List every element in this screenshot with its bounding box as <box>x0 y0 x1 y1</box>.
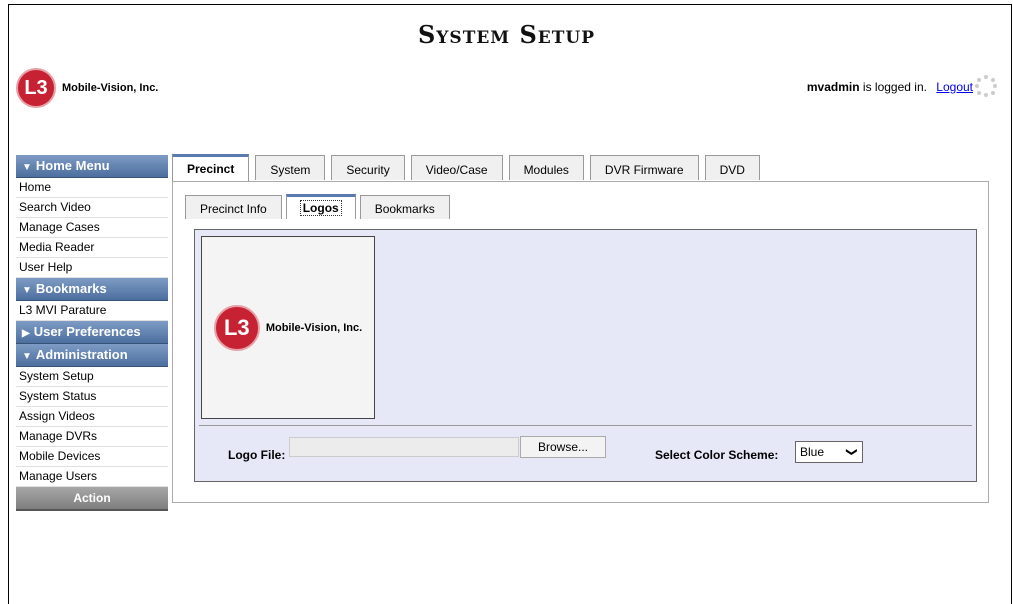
tab-dvd[interactable]: DVD <box>704 155 760 180</box>
tab-video-case[interactable]: Video/Case <box>410 155 503 180</box>
sidebar-item-manage-dvrs[interactable]: Manage DVRs <box>16 427 168 447</box>
collapse-arrow-icon: ▼ <box>22 351 32 362</box>
administration-header[interactable]: ▼ Administration <box>16 344 168 367</box>
logo-file-input[interactable] <box>289 437 519 457</box>
home-menu-header[interactable]: ▼ Home Menu <box>16 155 168 178</box>
subtab-logos-label: Logos <box>299 200 342 216</box>
expand-arrow-icon: ▶ <box>22 328 30 339</box>
sidebar-item-manage-cases[interactable]: Manage Cases <box>16 218 168 238</box>
l3-logo-icon: L3 <box>213 304 260 351</box>
sidebar-item-mobile-devices[interactable]: Mobile Devices <box>16 447 168 467</box>
color-scheme-value: Blue <box>800 445 825 459</box>
browse-button[interactable]: Browse... <box>520 436 606 458</box>
subtab-precinct-info[interactable]: Precinct Info <box>185 195 282 219</box>
company-name: Mobile-Vision, Inc. <box>62 82 159 94</box>
divider <box>199 425 972 426</box>
sub-tabs: Precinct Info Logos Bookmarks <box>185 194 454 219</box>
tab-modules[interactable]: Modules <box>508 155 584 180</box>
sidebar-item-home[interactable]: Home <box>16 178 168 198</box>
loading-spinner-icon <box>975 75 997 97</box>
sidebar-item-search-video[interactable]: Search Video <box>16 198 168 218</box>
page-title: System Setup <box>417 20 596 49</box>
tab-precinct[interactable]: Precinct <box>172 154 250 181</box>
action-header[interactable]: Action <box>16 487 168 511</box>
logos-section: L3 Mobile-Vision, Inc. Logo File: Browse… <box>194 229 977 482</box>
sidebar-item-l3-mvi-parature[interactable]: L3 MVI Parature <box>16 301 168 321</box>
sidebar-item-assign-videos[interactable]: Assign Videos <box>16 407 168 427</box>
login-status: mvadmin is logged in. Logout <box>807 80 973 94</box>
chevron-down-icon: ❯ <box>845 447 858 457</box>
preview-logo: L3 Mobile-Vision, Inc. <box>213 304 363 351</box>
collapse-arrow-icon: ▼ <box>22 162 32 173</box>
logo-file-label: Logo File: <box>228 448 286 462</box>
tab-security[interactable]: Security <box>331 155 405 180</box>
color-scheme-label: Select Color Scheme: <box>655 448 779 462</box>
main-tabs: Precinct System Security Video/Case Modu… <box>172 154 766 181</box>
tab-system[interactable]: System <box>255 155 326 180</box>
user-preferences-header[interactable]: ▶ User Preferences <box>16 321 168 344</box>
subtab-logos[interactable]: Logos <box>285 194 356 219</box>
l3-logo-icon: L3 <box>16 68 56 108</box>
preview-company-name: Mobile-Vision, Inc. <box>265 321 363 334</box>
logout-link[interactable]: Logout <box>936 80 973 94</box>
company-logo: L3 Mobile-Vision, Inc. <box>16 68 158 108</box>
color-scheme-select[interactable]: Blue ❯ <box>795 441 863 463</box>
sidebar-item-manage-users[interactable]: Manage Users <box>16 467 168 487</box>
subtab-bookmarks[interactable]: Bookmarks <box>359 195 450 219</box>
username: mvadmin <box>806 80 860 94</box>
collapse-arrow-icon: ▼ <box>22 285 32 296</box>
logged-in-text: is logged in. <box>862 80 927 94</box>
logo-preview: L3 Mobile-Vision, Inc. <box>201 236 375 419</box>
precinct-panel: Precinct Info Logos Bookmarks L3 Mobile-… <box>172 181 989 503</box>
sidebar-item-user-help[interactable]: User Help <box>16 258 168 278</box>
sidebar-item-media-reader[interactable]: Media Reader <box>16 238 168 258</box>
sidebar-item-system-status[interactable]: System Status <box>16 387 168 407</box>
tab-dvr-firmware[interactable]: DVR Firmware <box>589 155 699 180</box>
bookmarks-header[interactable]: ▼ Bookmarks <box>16 278 168 301</box>
sidebar-item-system-setup[interactable]: System Setup <box>16 367 168 387</box>
sidebar: ▼ Home Menu Home Search Video Manage Case… <box>16 155 168 511</box>
